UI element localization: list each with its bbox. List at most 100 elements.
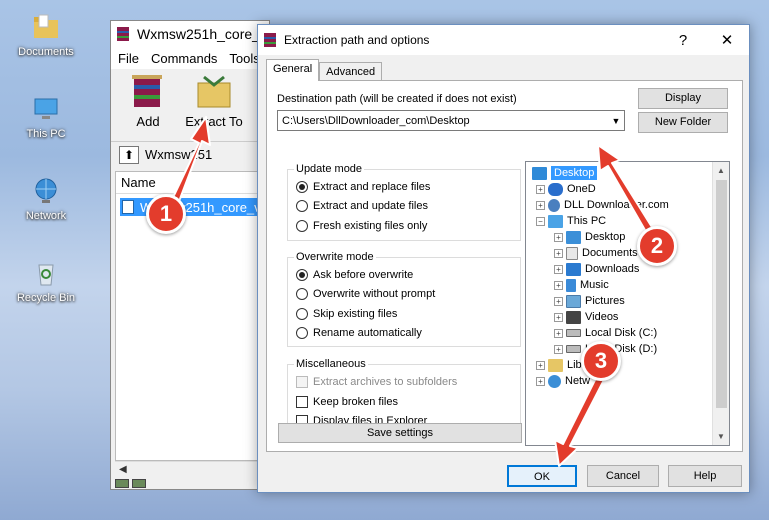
help-title-button[interactable]: ?: [661, 32, 705, 49]
tree-scrollbar[interactable]: ▲ ▼: [712, 162, 729, 445]
address-text: Wxmsw251: [145, 147, 213, 162]
option-label: Fresh existing files only: [313, 220, 428, 232]
step-badge-1: 1: [146, 194, 186, 234]
tree-item-documents[interactable]: + Documents: [554, 245, 638, 261]
destination-path-value: C:\Users\DllDownloader_com\Desktop: [282, 114, 470, 127]
scroll-down-icon[interactable]: ▼: [713, 428, 729, 445]
winrar-titlebar: Wxmsw251h_core_v: [111, 21, 269, 47]
expand-icon[interactable]: +: [554, 232, 563, 242]
save-settings-button[interactable]: Save settings: [278, 423, 522, 443]
radio-ask-before-overwrite[interactable]: Ask before overwrite: [296, 269, 413, 281]
tree-item-network[interactable]: + Netw: [536, 373, 590, 389]
desktop-icon-recycle-bin[interactable]: Recycle Bin: [4, 258, 88, 304]
desktop-icon-label: Network: [25, 210, 67, 222]
tree-item-videos[interactable]: + Videos: [554, 309, 618, 325]
radio-skip-existing[interactable]: Skip existing files: [296, 308, 397, 320]
radio-icon: [296, 327, 308, 339]
tree-item-music[interactable]: + Music: [554, 277, 609, 293]
tree-item-local-disk-c[interactable]: + Local Disk (C:): [554, 325, 657, 341]
tree-item-this-pc[interactable]: − This PC: [536, 213, 606, 229]
extract-to-button[interactable]: Extract To: [185, 73, 243, 129]
checkbox-extract-to-subfolders: Extract archives to subfolders: [296, 376, 457, 388]
tree-item-onedrive[interactable]: + OneD: [536, 181, 596, 197]
column-header-name[interactable]: Name: [116, 172, 266, 194]
option-label: Extract and update files: [313, 200, 428, 212]
horizontal-scrollbar[interactable]: ◀: [115, 461, 267, 477]
update-mode-title: Update mode: [294, 163, 365, 175]
destination-path-input[interactable]: C:\Users\DllDownloader_com\Desktop ▼: [277, 110, 625, 131]
dialog-title: Extraction path and options: [284, 33, 430, 47]
tree-item-pc-desktop[interactable]: + Desktop: [554, 229, 625, 245]
radio-icon: [296, 288, 308, 300]
desktop-icon-label: This PC: [26, 128, 66, 140]
overwrite-mode-title: Overwrite mode: [294, 251, 376, 263]
download-arrow-icon: [566, 262, 581, 276]
scroll-up-icon[interactable]: ▲: [713, 162, 729, 179]
radio-icon: [296, 220, 308, 232]
option-label: Ask before overwrite: [313, 269, 414, 281]
chevron-down-icon[interactable]: ▼: [608, 116, 624, 126]
drive-icon: [566, 329, 581, 337]
help-button[interactable]: Help: [668, 465, 742, 487]
radio-rename-automatically[interactable]: Rename automatically: [296, 327, 422, 339]
tree-item-dll-downloader[interactable]: + DLL Downloader.com: [536, 197, 669, 213]
miscellaneous-title: Miscellaneous: [294, 358, 368, 370]
tree-item-desktop[interactable]: Desktop: [532, 165, 598, 181]
add-archive-icon: [132, 75, 162, 107]
extract-folder-icon: [197, 75, 231, 108]
up-folder-icon[interactable]: ⬆: [119, 145, 139, 164]
desktop-icon-documents[interactable]: Documents: [4, 12, 88, 58]
status-bar: [115, 479, 146, 489]
tree-label: Documents: [582, 247, 638, 259]
tree-label: Desktop: [585, 231, 626, 243]
ok-button[interactable]: OK: [507, 465, 577, 487]
recycle-bin-icon: [38, 264, 54, 286]
tree-item-downloads[interactable]: + Downloads: [554, 261, 639, 277]
tree-label: This PC: [567, 215, 607, 227]
expand-icon[interactable]: +: [554, 312, 563, 322]
step-badge-3: 3: [581, 341, 621, 381]
scroll-thumb[interactable]: [716, 180, 727, 408]
new-folder-button[interactable]: New Folder: [638, 112, 728, 133]
update-mode-group: Update mode Extract and replace files Ex…: [287, 163, 521, 241]
desktop-icon-network[interactable]: Network: [4, 176, 88, 222]
expand-icon[interactable]: +: [536, 360, 545, 370]
expand-icon[interactable]: +: [554, 344, 563, 354]
file-row[interactable]: Wxmsw251h_core_v: [120, 198, 266, 216]
radio-extract-replace[interactable]: Extract and replace files: [296, 181, 430, 193]
overwrite-mode-group: Overwrite mode Ask before overwrite Over…: [287, 251, 521, 347]
radio-icon: [296, 308, 308, 320]
network-globe-icon: [35, 178, 57, 203]
collapse-icon[interactable]: −: [536, 216, 545, 226]
expand-icon[interactable]: +: [536, 184, 545, 194]
option-label: Extract archives to subfolders: [313, 376, 458, 388]
expand-icon[interactable]: +: [554, 248, 563, 258]
close-icon[interactable]: ✕: [705, 31, 749, 49]
radio-fresh-existing[interactable]: Fresh existing files only: [296, 220, 427, 232]
expand-icon[interactable]: +: [554, 280, 563, 290]
add-button[interactable]: Add: [119, 73, 177, 129]
expand-icon[interactable]: +: [554, 264, 563, 274]
checkbox-icon: [296, 396, 308, 408]
radio-overwrite-without-prompt[interactable]: Overwrite without prompt: [296, 288, 435, 300]
expand-icon[interactable]: +: [554, 328, 563, 338]
extraction-dialog: Extraction path and options ? ✕ General …: [257, 24, 750, 493]
desktop-icon-this-pc[interactable]: This PC: [4, 94, 88, 140]
tab-general[interactable]: General: [266, 59, 320, 81]
menu-file[interactable]: File: [111, 51, 144, 66]
display-button[interactable]: Display: [638, 88, 728, 109]
expand-icon[interactable]: +: [536, 376, 545, 386]
expand-icon[interactable]: +: [554, 296, 563, 306]
tab-advanced[interactable]: Advanced: [319, 62, 383, 81]
expand-icon[interactable]: +: [536, 200, 545, 210]
tree-item-pictures[interactable]: + Pictures: [554, 293, 625, 309]
music-note-icon: [566, 278, 576, 292]
tree-label: Desktop: [551, 166, 598, 180]
menu-commands[interactable]: Commands: [144, 51, 222, 66]
radio-extract-update[interactable]: Extract and update files: [296, 200, 428, 212]
desktop-icon-label: Recycle Bin: [16, 292, 76, 304]
winrar-file-list: Name Wxmsw251h_core_v: [115, 171, 267, 461]
winrar-icon: [264, 33, 276, 47]
checkbox-keep-broken-files[interactable]: Keep broken files: [296, 396, 398, 408]
cancel-button[interactable]: Cancel: [587, 465, 659, 487]
